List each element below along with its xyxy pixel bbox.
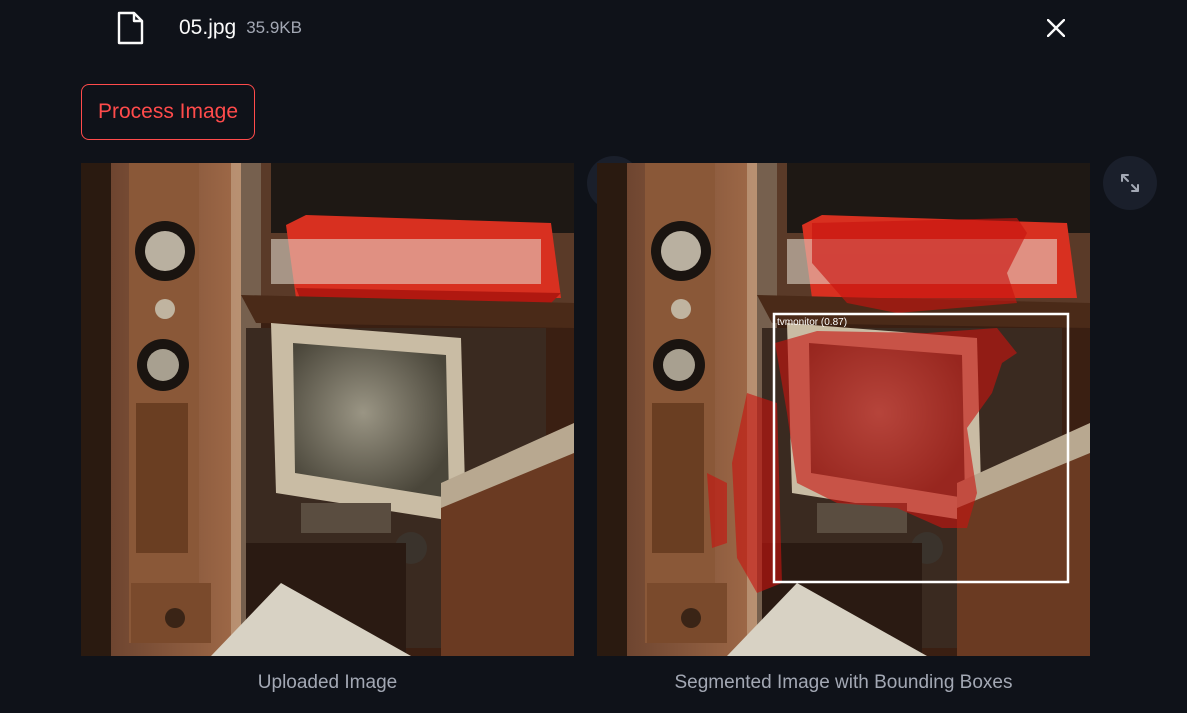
- detection-label: tvmonitor (0.87): [777, 317, 847, 328]
- uploaded-image-caption: Uploaded Image: [257, 672, 398, 693]
- file-size: 35.9KB: [246, 18, 302, 37]
- uploaded-image: [81, 163, 574, 656]
- file-icon: [110, 8, 150, 48]
- close-icon[interactable]: [1040, 12, 1072, 44]
- segmented-image-caption: Segmented Image with Bounding Boxes: [674, 672, 1013, 693]
- process-image-button[interactable]: Process Image: [81, 84, 255, 140]
- segmented-image: tvmonitor (0.87): [597, 163, 1090, 656]
- uploaded-file-row: 05.jpg 35.9KB: [110, 8, 1070, 48]
- file-name: 05.jpg: [179, 16, 237, 39]
- fullscreen-icon[interactable]: [1103, 156, 1157, 210]
